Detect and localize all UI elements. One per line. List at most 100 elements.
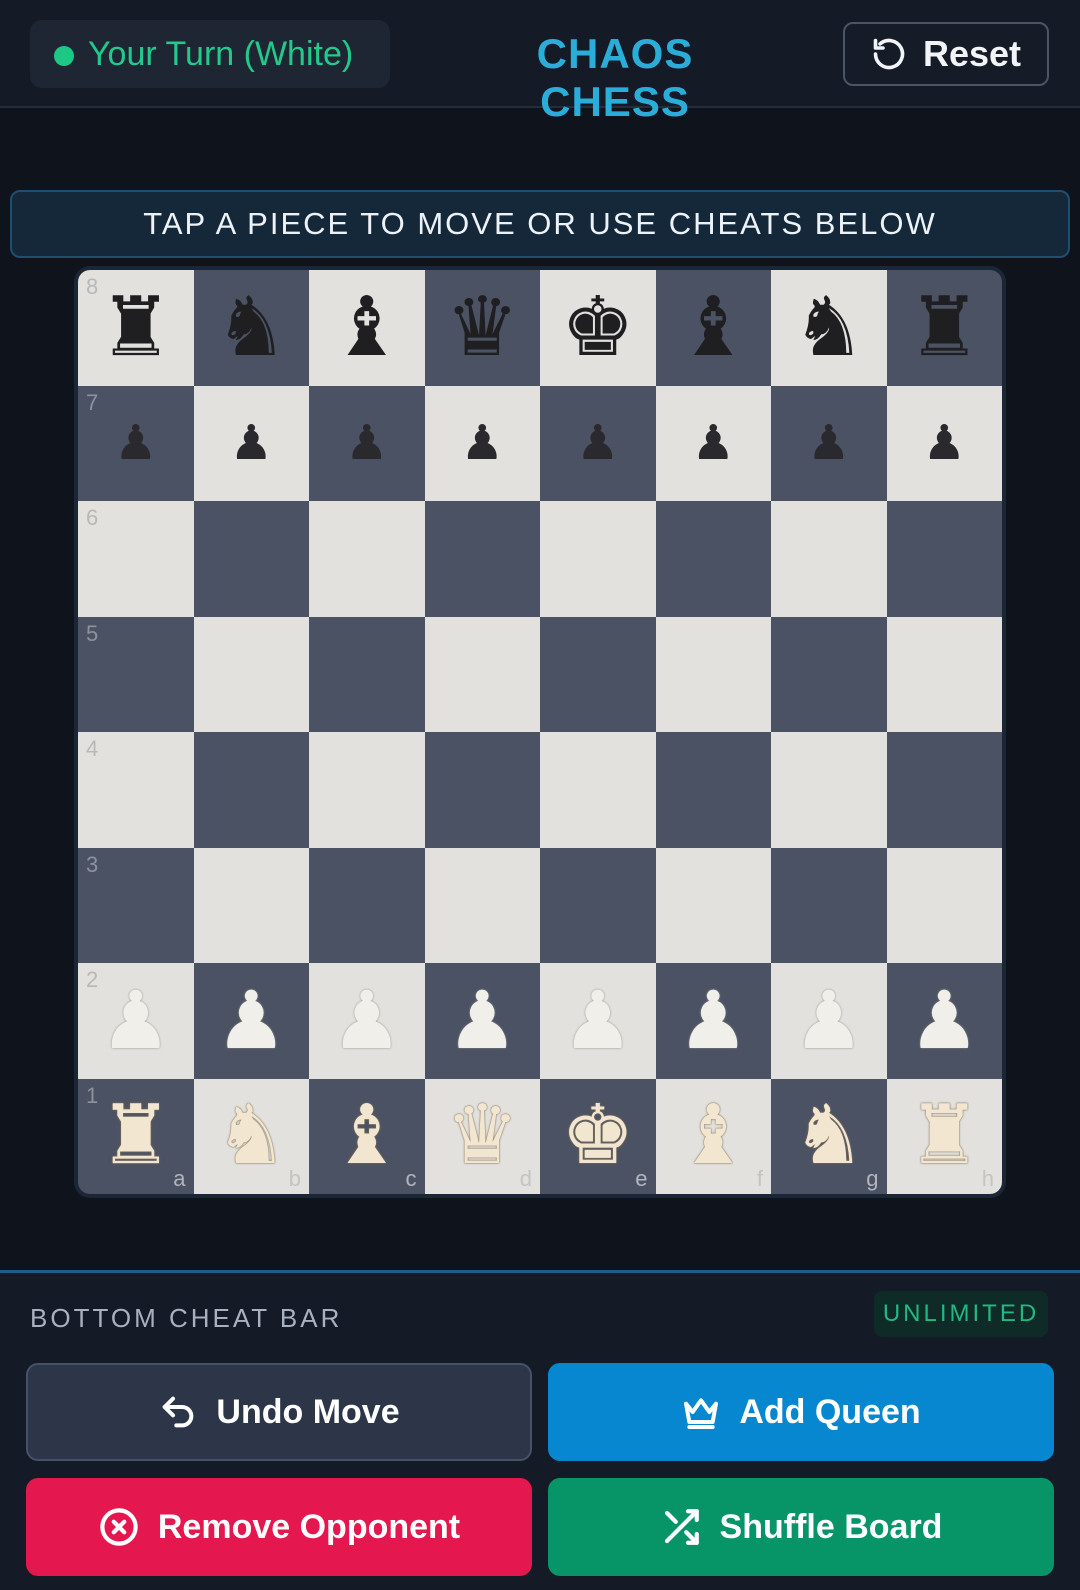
black-pawn-icon[interactable]: ♟: [114, 419, 157, 467]
board-square-e2[interactable]: ♟: [540, 963, 656, 1079]
board-square-b6[interactable]: [193, 501, 309, 617]
board-square-d4[interactable]: [424, 732, 540, 848]
board-square-c7[interactable]: ♟: [309, 385, 425, 501]
remove-opponent-button[interactable]: Remove Opponent: [26, 1478, 532, 1576]
board-square-c4[interactable]: [309, 732, 425, 848]
black-rook-icon[interactable]: ♜: [99, 286, 173, 369]
board-square-b1[interactable]: b ♞: [193, 1078, 309, 1194]
board-square-a3[interactable]: 3: [78, 847, 194, 963]
board-square-e6[interactable]: [540, 501, 656, 617]
board-square-g1[interactable]: g ♞: [771, 1078, 887, 1194]
board-square-g4[interactable]: [771, 732, 887, 848]
board-square-f4[interactable]: [655, 732, 771, 848]
board-square-b2[interactable]: ♟: [193, 963, 309, 1079]
board-square-e7[interactable]: ♟: [540, 385, 656, 501]
board-square-a8[interactable]: 8 ♜: [78, 270, 194, 386]
board-square-b5[interactable]: [193, 616, 309, 732]
board-square-b4[interactable]: [193, 732, 309, 848]
white-knight-icon[interactable]: ♞: [214, 1095, 288, 1177]
white-pawn-icon[interactable]: ♟: [215, 980, 287, 1061]
white-pawn-icon[interactable]: ♟: [562, 980, 634, 1061]
board-square-f3[interactable]: [655, 847, 771, 963]
board-square-d8[interactable]: ♛: [424, 270, 540, 386]
white-pawn-icon[interactable]: ♟: [908, 980, 980, 1061]
board-square-e5[interactable]: [540, 616, 656, 732]
shuffle-board-button[interactable]: Shuffle Board: [548, 1478, 1054, 1576]
board-square-f1[interactable]: f ♝: [655, 1078, 771, 1194]
board-square-g5[interactable]: [771, 616, 887, 732]
black-pawn-icon[interactable]: ♟: [345, 419, 388, 467]
white-rook-icon[interactable]: ♜: [907, 1095, 981, 1177]
board-square-f8[interactable]: ♝: [655, 270, 771, 386]
board-square-a2[interactable]: 2 ♟: [78, 963, 194, 1079]
board-square-e4[interactable]: [540, 732, 656, 848]
black-queen-icon[interactable]: ♛: [445, 286, 519, 369]
board-square-h6[interactable]: [886, 501, 1002, 617]
board-square-h8[interactable]: ♜: [886, 270, 1002, 386]
board-square-g7[interactable]: ♟: [771, 385, 887, 501]
board-square-c6[interactable]: [309, 501, 425, 617]
black-knight-icon[interactable]: ♞: [214, 286, 288, 369]
board-square-b3[interactable]: [193, 847, 309, 963]
board-square-b8[interactable]: ♞: [193, 270, 309, 386]
board-square-g3[interactable]: [771, 847, 887, 963]
white-queen-icon[interactable]: ♛: [445, 1095, 519, 1177]
board-square-a5[interactable]: 5: [78, 616, 194, 732]
board-square-f5[interactable]: [655, 616, 771, 732]
board-square-c5[interactable]: [309, 616, 425, 732]
chess-board[interactable]: 8 ♜ ♞ ♝ ♛ ♚ ♝ ♞ ♜ 7 ♟ ♟ ♟ ♟ ♟ ♟ ♟ ♟ 6 5 4 3 2 ♟ ♟ ♟ ♟ ♟ ♟ ♟ ♟ 1 a ♜ b ♞ c ♝ d ♛…: [78, 270, 1002, 1194]
white-pawn-icon[interactable]: ♟: [793, 980, 865, 1061]
black-rook-icon[interactable]: ♜: [907, 286, 981, 369]
board-square-e3[interactable]: [540, 847, 656, 963]
board-square-b7[interactable]: ♟: [193, 385, 309, 501]
black-bishop-icon[interactable]: ♝: [330, 286, 404, 369]
board-square-d2[interactable]: ♟: [424, 963, 540, 1079]
white-pawn-icon[interactable]: ♟: [446, 980, 518, 1061]
board-square-h3[interactable]: [886, 847, 1002, 963]
black-pawn-icon[interactable]: ♟: [576, 419, 619, 467]
black-king-icon[interactable]: ♚: [561, 286, 635, 369]
black-bishop-icon[interactable]: ♝: [676, 286, 750, 369]
board-square-c1[interactable]: c ♝: [309, 1078, 425, 1194]
board-square-e1[interactable]: e ♚: [540, 1078, 656, 1194]
board-square-g6[interactable]: [771, 501, 887, 617]
board-square-d6[interactable]: [424, 501, 540, 617]
board-square-f6[interactable]: [655, 501, 771, 617]
undo-move-button[interactable]: Undo Move: [26, 1363, 532, 1461]
board-square-d1[interactable]: d ♛: [424, 1078, 540, 1194]
board-square-h7[interactable]: ♟: [886, 385, 1002, 501]
board-square-e8[interactable]: ♚: [540, 270, 656, 386]
board-square-a6[interactable]: 6: [78, 501, 194, 617]
white-pawn-icon[interactable]: ♟: [677, 980, 749, 1061]
board-square-h2[interactable]: ♟: [886, 963, 1002, 1079]
white-bishop-icon[interactable]: ♝: [676, 1095, 750, 1177]
board-square-h1[interactable]: h ♜: [886, 1078, 1002, 1194]
board-square-g8[interactable]: ♞: [771, 270, 887, 386]
board-square-d3[interactable]: [424, 847, 540, 963]
white-pawn-icon[interactable]: ♟: [100, 980, 172, 1061]
white-pawn-icon[interactable]: ♟: [331, 980, 403, 1061]
board-square-d5[interactable]: [424, 616, 540, 732]
black-pawn-icon[interactable]: ♟: [692, 419, 735, 467]
black-pawn-icon[interactable]: ♟: [461, 419, 504, 467]
black-knight-icon[interactable]: ♞: [792, 286, 866, 369]
board-square-h4[interactable]: [886, 732, 1002, 848]
add-queen-button[interactable]: Add Queen: [548, 1363, 1054, 1461]
board-square-f2[interactable]: ♟: [655, 963, 771, 1079]
board-square-c2[interactable]: ♟: [309, 963, 425, 1079]
black-pawn-icon[interactable]: ♟: [230, 419, 273, 467]
board-square-h5[interactable]: [886, 616, 1002, 732]
black-pawn-icon[interactable]: ♟: [923, 419, 966, 467]
board-square-g2[interactable]: ♟: [771, 963, 887, 1079]
white-bishop-icon[interactable]: ♝: [330, 1095, 404, 1177]
board-square-a1[interactable]: 1 a ♜: [78, 1078, 194, 1194]
white-king-icon[interactable]: ♚: [561, 1095, 635, 1177]
board-square-f7[interactable]: ♟: [655, 385, 771, 501]
white-rook-icon[interactable]: ♜: [99, 1095, 173, 1177]
reset-button[interactable]: Reset: [843, 22, 1049, 86]
black-pawn-icon[interactable]: ♟: [807, 419, 850, 467]
white-knight-icon[interactable]: ♞: [792, 1095, 866, 1177]
board-square-c8[interactable]: ♝: [309, 270, 425, 386]
board-square-d7[interactable]: ♟: [424, 385, 540, 501]
board-square-c3[interactable]: [309, 847, 425, 963]
